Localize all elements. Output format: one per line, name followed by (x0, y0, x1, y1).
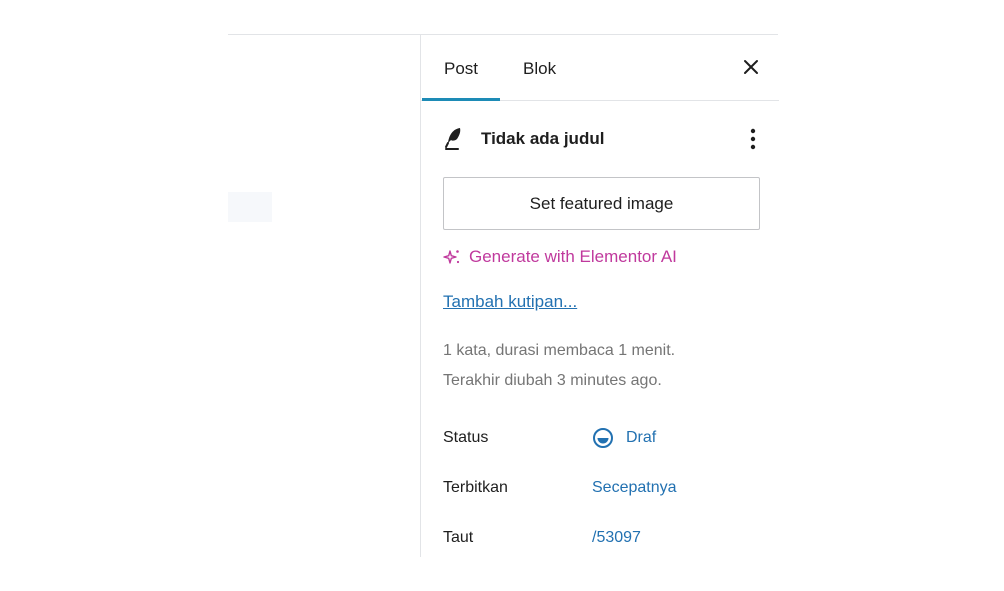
publish-label: Terbitkan (443, 479, 508, 496)
generate-with-ai-label: Generate with Elementor AI (469, 247, 677, 266)
link-value-button[interactable]: /53097 (592, 529, 641, 547)
close-icon (744, 60, 758, 74)
word-count-text: 1 kata, durasi membaca 1 menit. (443, 342, 676, 359)
close-sidebar-button[interactable] (737, 53, 765, 81)
settings-sidebar: Post Blok Tidak ada judul Set featured i… (420, 35, 779, 557)
sidebar-tabs: Post Blok (421, 35, 779, 101)
generate-with-ai-button[interactable]: Generate with Elementor AI (443, 245, 677, 269)
status-value-button[interactable]: Draf (592, 427, 656, 449)
post-actions-button[interactable] (743, 125, 763, 153)
vertical-ellipsis-icon (750, 128, 756, 150)
set-featured-image-button[interactable]: Set featured image (443, 177, 760, 230)
sparkle-icon (443, 250, 460, 264)
publish-value-button[interactable]: Secepatnya (592, 479, 677, 497)
draft-status-icon (593, 428, 613, 448)
editor-screen: Post Blok Tidak ada judul Set featured i… (0, 0, 1004, 591)
active-tab-indicator (422, 98, 500, 101)
publish-row: Terbitkan Secepatnya (443, 476, 763, 500)
status-row: Status Draf (443, 426, 763, 450)
post-title: Tidak ada judul (481, 129, 605, 148)
editor-canvas-block (228, 192, 272, 222)
add-excerpt-link[interactable]: Tambah kutipan... (443, 292, 577, 312)
link-label: Taut (443, 529, 474, 546)
status-value: Draf (626, 429, 657, 446)
feather-icon (445, 128, 461, 150)
post-summary-row: Tidak ada judul (443, 121, 763, 157)
status-label: Status (443, 429, 489, 446)
link-row: Taut /53097 (443, 526, 763, 550)
tab-block[interactable]: Blok (523, 35, 556, 100)
tab-post[interactable]: Post (444, 35, 478, 100)
last-modified-text: Terakhir diubah 3 minutes ago. (443, 372, 662, 389)
